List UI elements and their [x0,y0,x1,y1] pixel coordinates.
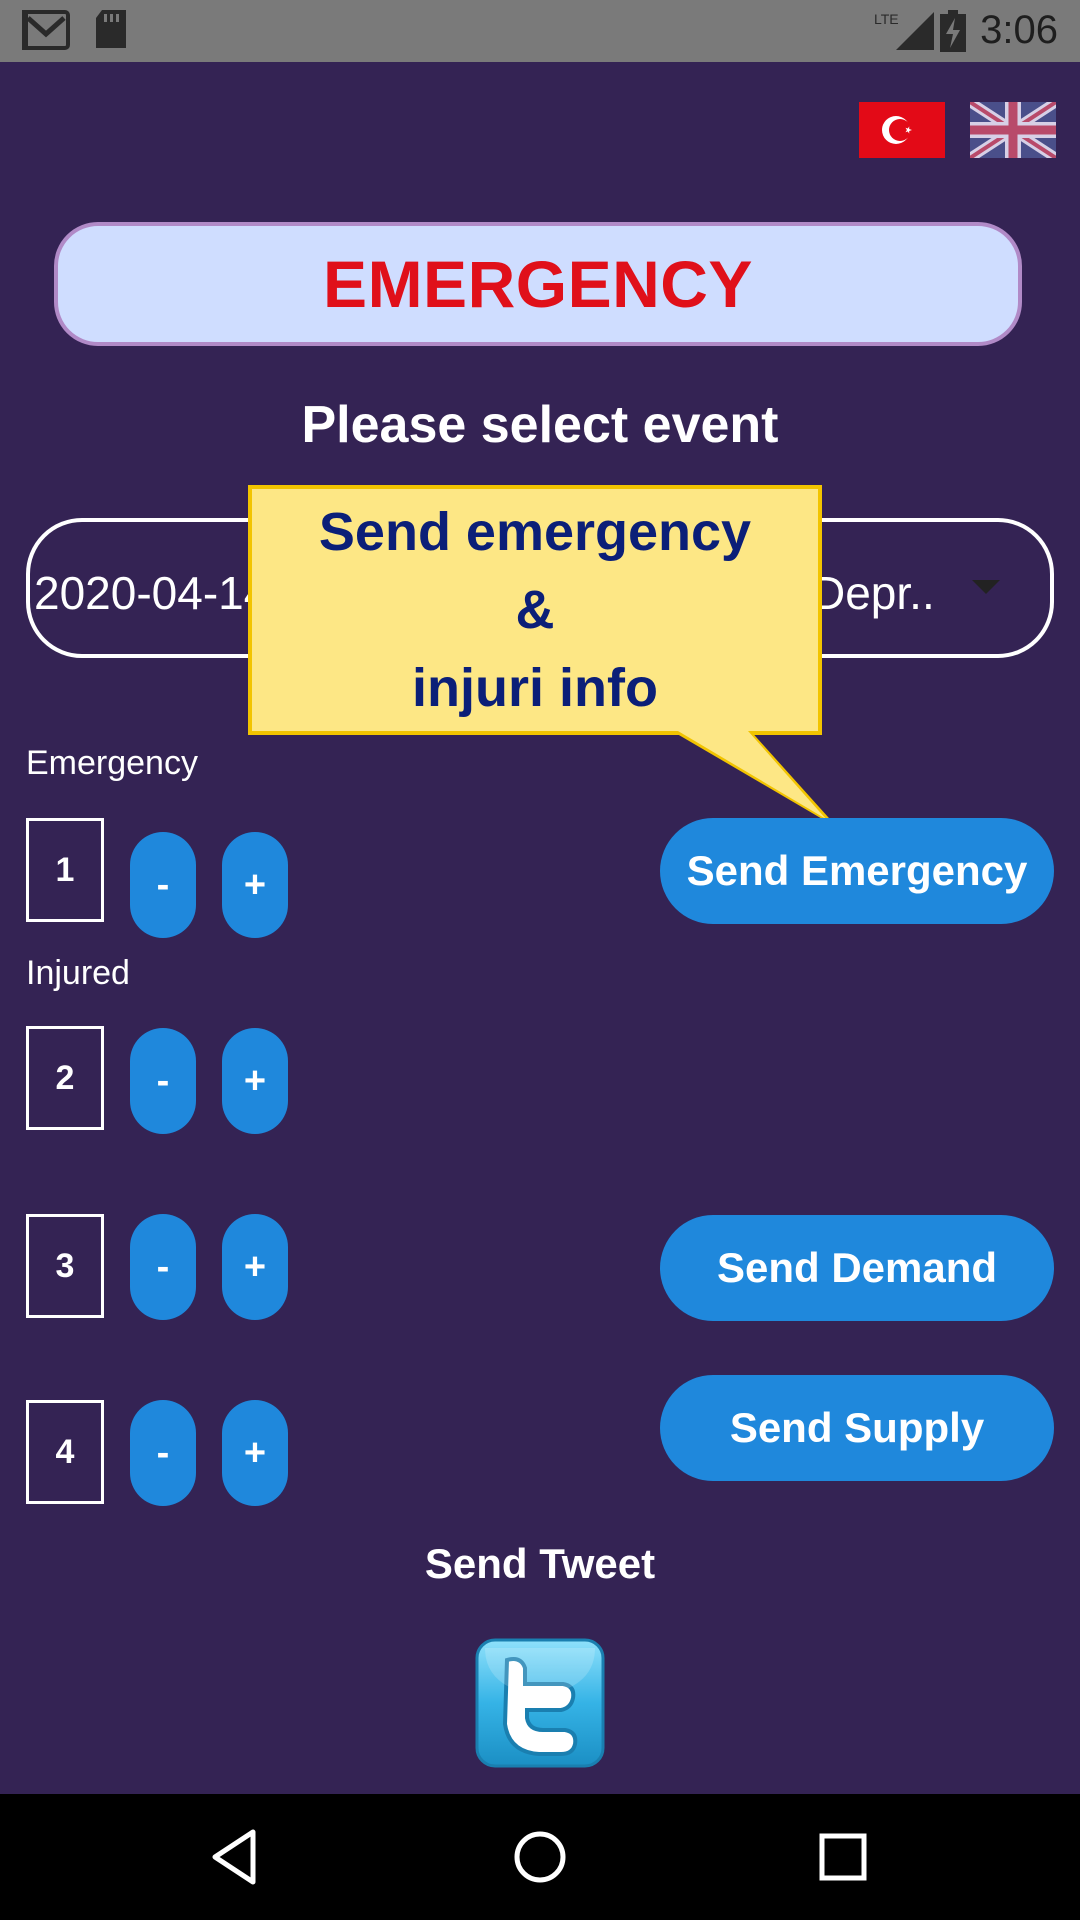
uk-flag-icon[interactable] [967,97,1059,163]
injured-increment-button[interactable]: + [222,1028,288,1134]
send-tweet-label: Send Tweet [424,1540,656,1587]
callout-line-1: Send emergency [318,502,752,562]
supply-count[interactable]: 4 [26,1400,104,1504]
twitter-icon[interactable] [475,1638,605,1768]
clock: 3:06 [980,8,1058,52]
home-icon[interactable] [507,1824,573,1890]
sd-card-icon [94,10,128,55]
callout-line-3: injuri info [412,658,658,718]
chevron-down-icon[interactable] [972,580,1000,594]
emergency-decrement-button[interactable]: - [130,832,196,938]
callout-pointer-cover [678,731,826,819]
emergency-count[interactable]: 1 [26,818,104,922]
recents-icon[interactable] [810,1824,876,1890]
callout-box: Send emergency & injuri info [248,485,822,735]
callout-text: Send emergency & injuri info [319,493,751,727]
battery-charging-icon [940,10,966,57]
demand-decrement-button[interactable]: - [130,1214,196,1320]
demand-increment-button[interactable]: + [222,1214,288,1320]
supply-decrement-button[interactable]: - [130,1400,196,1506]
demand-count[interactable]: 3 [26,1214,104,1318]
back-icon[interactable] [203,1824,269,1890]
navigation-bar [0,1794,1080,1920]
send-demand-button[interactable]: Send Demand [660,1215,1054,1321]
emergency-increment-button[interactable]: + [222,832,288,938]
callout-line-2: & [515,580,555,640]
network-label: LTE [874,11,899,27]
send-supply-button[interactable]: Send Supply [660,1375,1054,1481]
select-event-prompt: Please select event [301,396,779,454]
status-bar: LTE 3:06 [0,0,1080,62]
send-emergency-button[interactable]: Send Emergency [660,818,1054,924]
emergency-banner: EMERGENCY [54,222,1022,346]
gmail-icon [22,10,70,55]
tooltip-callout: Send emergency & injuri info [248,485,830,822]
injured-decrement-button[interactable]: - [130,1028,196,1134]
emergency-title: EMERGENCY [323,247,753,321]
signal-icon: LTE [874,10,934,57]
injured-count[interactable]: 2 [26,1026,104,1130]
emergency-label: Emergency [26,744,198,782]
injured-label: Injured [26,954,130,992]
turkish-flag-icon[interactable] [859,102,945,158]
supply-increment-button[interactable]: + [222,1400,288,1506]
event-date-text: 2020-04-14 [34,567,270,619]
